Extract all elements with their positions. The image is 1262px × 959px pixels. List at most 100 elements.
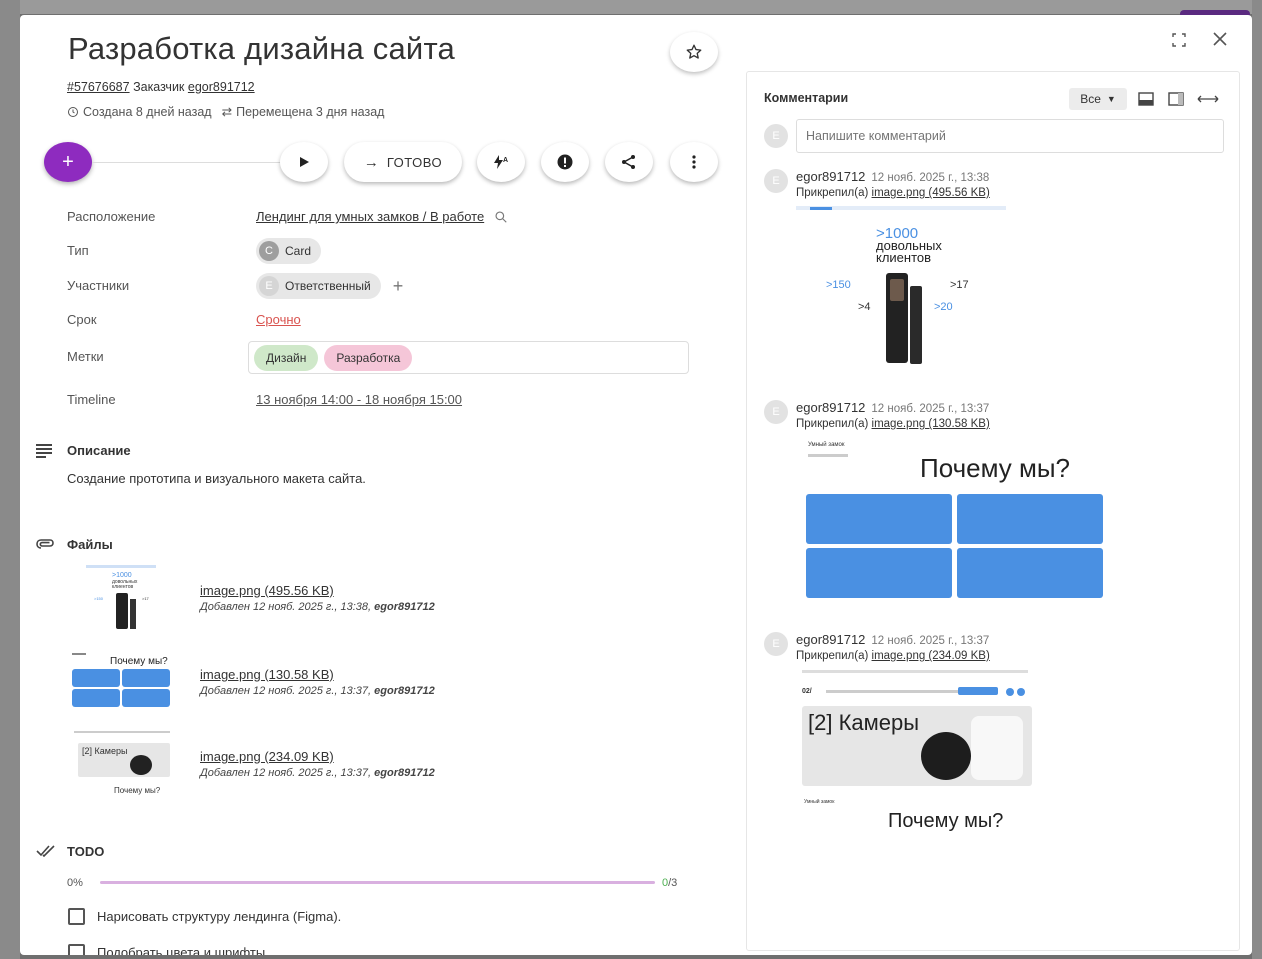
task-history: Создана 8 дней назад ⇄ Перемещена 3 дня … — [67, 104, 384, 119]
expand-horizontal-icon[interactable] — [1197, 94, 1219, 104]
comment-author[interactable]: egor891712 — [796, 400, 865, 415]
comment-time: 12 нояб. 2025 г., 13:37 — [871, 403, 990, 415]
background-app-bar — [20, 0, 1262, 14]
file-added-by: egor891712 — [374, 601, 435, 613]
comment-author[interactable]: egor891712 — [796, 632, 865, 647]
attachment-link[interactable]: image.png (234.09 KB) — [872, 650, 990, 662]
start-button[interactable] — [280, 142, 328, 182]
attachment-link[interactable]: image.png (130.58 KB) — [872, 418, 990, 430]
alert-icon — [557, 154, 573, 170]
tag-development[interactable]: Разработка — [324, 344, 413, 371]
location-link[interactable]: Лендинг для умных замков / В работе — [256, 209, 484, 224]
created-text: Создана 8 дней назад — [83, 104, 212, 119]
done-button[interactable]: → ГОТОВО — [344, 142, 462, 182]
thumb-stat-17: >17 — [142, 596, 149, 601]
todo-checkbox[interactable] — [68, 908, 85, 925]
comment-attachment: Прикрепил(а) image.png (495.56 KB) — [796, 187, 1216, 199]
layout-bottom-icon[interactable] — [1138, 92, 1154, 106]
priority-button[interactable] — [541, 142, 589, 182]
timeline-link[interactable]: 13 ноября 14:00 - 18 ноября 15:00 — [256, 392, 462, 407]
layout-side-icon[interactable] — [1168, 92, 1184, 106]
notes-icon — [36, 444, 52, 458]
image-stat-17: >17 — [950, 279, 969, 291]
timeline-field: 13 ноября 14:00 - 18 ноября 15:00 — [256, 392, 462, 407]
thumb-title: [2] Камеры — [82, 746, 128, 756]
todo-item: Подобрать цвета и шрифты. — [68, 944, 269, 955]
image-title: Почему мы? — [920, 453, 1070, 483]
timeline-label: Timeline — [67, 392, 116, 407]
automation-button[interactable]: A — [477, 142, 525, 182]
type-value: Card — [285, 244, 312, 258]
more-vertical-icon — [692, 155, 696, 169]
comment-input[interactable] — [796, 119, 1224, 153]
image-page-number: 02/ — [802, 688, 812, 695]
attached-label: Прикрепил(а) — [796, 650, 869, 662]
thumb-title: Почему мы? — [110, 656, 168, 667]
favorite-button[interactable] — [670, 32, 718, 72]
star-icon — [686, 44, 702, 59]
tags-label: Метки — [67, 349, 104, 364]
plus-icon: + — [62, 150, 74, 173]
todo-progress-bar — [100, 881, 655, 884]
share-button[interactable] — [605, 142, 653, 182]
comment-attachment: Прикрепил(а) image.png (234.09 KB) — [796, 650, 1216, 662]
thumb-stat: >1000 — [112, 572, 132, 579]
comments-filter-value: Все — [1080, 92, 1101, 106]
customer-link[interactable]: egor891712 — [188, 80, 255, 94]
member-chip[interactable]: E Ответственный — [256, 273, 381, 299]
file-thumbnail[interactable]: Почему мы? — [68, 647, 172, 719]
file-thumbnail[interactable]: >1000 довольных клиентов >150 >17 — [68, 563, 172, 635]
todo-item-label[interactable]: Нарисовать структуру лендинга (Figma). — [97, 909, 341, 924]
comment-entry: egor891712 12 нояб. 2025 г., 13:37 Прикре… — [796, 632, 1216, 662]
tag-design[interactable]: Дизайн — [254, 344, 319, 371]
file-added-by: egor891712 — [374, 685, 435, 697]
due-link[interactable]: Срочно — [256, 312, 301, 327]
customer-label: Заказчик — [133, 80, 185, 94]
todo-checkbox[interactable] — [68, 944, 85, 955]
todo-item-label[interactable]: Подобрать цвета и шрифты. — [97, 945, 269, 955]
member-role: Ответственный — [285, 279, 371, 293]
task-dialog: Разработка дизайна сайта #57676687 Заказ… — [20, 15, 1252, 955]
attachment-link[interactable]: image.png (495.56 KB) — [872, 187, 990, 199]
members-label: Участники — [67, 278, 130, 293]
moved-text: Перемещена 3 дня назад — [236, 104, 385, 119]
close-icon[interactable] — [1212, 31, 1228, 47]
flash-auto-icon: A — [494, 155, 508, 169]
image-title: [2] Камеры — [808, 710, 920, 735]
files-heading: Файлы — [67, 537, 113, 552]
clock-icon — [68, 106, 78, 117]
comment-time: 12 нояб. 2025 г., 13:37 — [871, 635, 990, 647]
image-stat-4: >4 — [858, 301, 871, 313]
file-name[interactable]: image.png (234.09 KB) — [200, 749, 334, 764]
comments-filter[interactable]: Все ▼ — [1069, 88, 1127, 110]
task-id-link[interactable]: #57676687 — [67, 80, 130, 94]
task-meta: #57676687 Заказчик egor891712 — [67, 80, 255, 94]
due-field: Срочно — [256, 312, 301, 327]
todo-total: /3 — [668, 877, 678, 889]
comment-author[interactable]: egor891712 — [796, 169, 865, 184]
attached-label: Прикрепил(а) — [796, 418, 869, 430]
file-thumbnail[interactable]: [2] Камеры Почему мы? — [68, 729, 172, 801]
comment-image[interactable]: 02/ [2] Камеры Умный замок Почему мы? — [796, 668, 1036, 848]
comment-time: 12 нояб. 2025 г., 13:38 — [871, 172, 990, 184]
play-icon — [300, 157, 309, 167]
image-label: Умный замок — [804, 799, 835, 805]
comment-header: egor891712 12 нояб. 2025 г., 13:37 — [796, 632, 1216, 647]
comment-image[interactable]: >1000 довольных клиентов >150 >17 >4 >20 — [796, 204, 1016, 379]
type-label: Тип — [67, 243, 89, 258]
comment-image[interactable]: Умный замок Почему мы? — [796, 438, 1116, 608]
file-item: [2] Камеры Почему мы? image.png (234.09 … — [68, 729, 688, 801]
image-subtitle: Почему мы? — [888, 810, 1004, 832]
tags-field[interactable]: Дизайн Разработка — [248, 341, 689, 374]
type-chip[interactable]: C Card — [256, 238, 322, 264]
search-icon[interactable] — [494, 210, 508, 224]
add-member-icon[interactable]: + — [393, 276, 404, 297]
file-name[interactable]: image.png (495.56 KB) — [200, 583, 334, 598]
add-button[interactable]: + — [44, 142, 92, 182]
description-text[interactable]: Создание прототипа и визуального макета … — [67, 471, 366, 486]
file-item: >1000 довольных клиентов >150 >17 image.… — [68, 563, 688, 635]
more-button[interactable] — [670, 142, 718, 182]
file-added-by: egor891712 — [374, 767, 435, 779]
file-name[interactable]: image.png (130.58 KB) — [200, 667, 334, 682]
fullscreen-icon[interactable] — [1172, 33, 1186, 47]
